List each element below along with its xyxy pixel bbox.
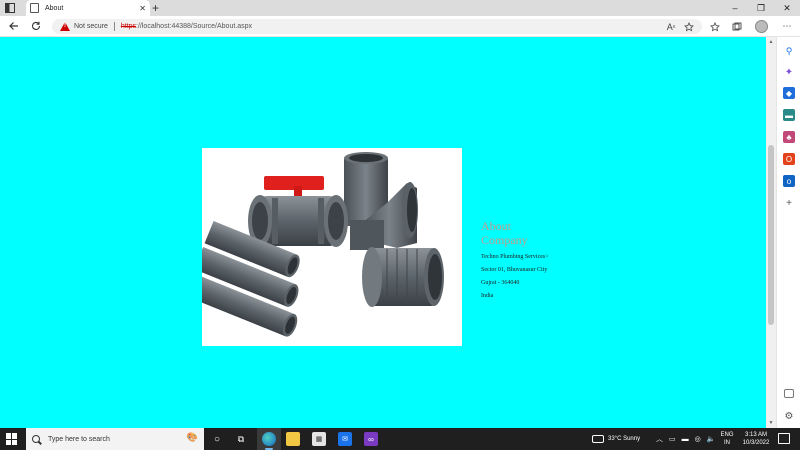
page-icon	[30, 3, 39, 13]
taskbar-search-box[interactable]: Type here to search 🎨	[26, 428, 204, 450]
address-line: Sector 01, Bhuvanasur City	[481, 267, 548, 273]
favorites-icon[interactable]	[708, 20, 722, 33]
search-highlight-icon: 🎨	[186, 432, 198, 442]
new-tab-button[interactable]: +	[152, 1, 159, 15]
restore-button[interactable]: ❐	[748, 0, 774, 16]
notifications-icon[interactable]	[778, 433, 790, 444]
add-icon[interactable]: +	[783, 197, 795, 209]
tab-title: About	[45, 4, 64, 12]
page-content: About Company Techno Plumbing Services> …	[0, 37, 766, 428]
more-menu-icon[interactable]: ⋯	[780, 20, 794, 33]
games-icon[interactable]: ♣	[783, 131, 795, 143]
windows-taskbar: Type here to search 🎨 ○ ⧉ ▦ ✉ ∞ 33°C Sun…	[0, 428, 800, 450]
clock-time: 3:13 AM	[744, 432, 767, 438]
page-scrollbar[interactable]: ▲ ▼	[766, 37, 776, 428]
state-pincode: Gujrat - 364040	[481, 280, 520, 286]
browser-toolbar: Not secure https://localhost:44388/Sourc…	[0, 16, 800, 37]
windows-start-icon[interactable]	[6, 433, 18, 445]
weather-icon	[592, 435, 604, 443]
minimize-button[interactable]: –	[722, 0, 748, 16]
search-icon[interactable]: ⚲	[783, 45, 795, 57]
settings-gear-icon[interactable]: ⚙	[783, 410, 795, 422]
clock-date: 10/3/2022	[742, 440, 770, 446]
show-hidden-icons-icon[interactable]: ︿	[656, 434, 663, 444]
tab-about[interactable]: About ✕	[26, 0, 150, 16]
system-tray: ︿ ▭ ▬ ◎ 🔈	[656, 428, 715, 450]
company-name: Techno Plumbing Services>	[481, 254, 549, 260]
refresh-icon[interactable]	[28, 19, 44, 33]
shopping-tag-icon[interactable]: ◆	[783, 87, 795, 99]
divider	[113, 22, 115, 31]
close-window-button[interactable]: ✕	[774, 0, 800, 16]
visual-studio-icon[interactable]: ∞	[364, 432, 378, 446]
search-placeholder: Type here to search	[48, 435, 110, 443]
warning-icon	[60, 22, 70, 31]
search-icon	[32, 435, 40, 443]
weather-widget[interactable]: 33°C Sunny	[592, 428, 640, 450]
sidebar-toggle-icon[interactable]	[784, 389, 794, 398]
about-heading-line2: Company	[481, 233, 528, 247]
read-aloud-icon[interactable]: Aʌ	[664, 20, 678, 33]
country: India	[481, 293, 494, 299]
file-explorer-icon[interactable]	[286, 432, 300, 446]
discover-icon[interactable]: ✦	[783, 66, 795, 78]
about-heading-line1: About	[481, 219, 511, 233]
scroll-thumb[interactable]	[768, 145, 774, 325]
tab-strip: About ✕ + – ❐ ✕	[0, 0, 800, 16]
weather-text: 33°C Sunny	[608, 436, 641, 442]
url-protocol: https	[120, 23, 137, 30]
store-icon[interactable]: ▦	[312, 432, 326, 446]
taskbar-clock[interactable]: 3:13 AM 10/3/2022	[736, 431, 776, 447]
pvc-pipes-image	[202, 148, 462, 346]
edge-browser-icon[interactable]	[262, 432, 276, 446]
cortana-icon[interactable]: ○	[210, 432, 224, 446]
network-icon[interactable]: ▭	[669, 435, 676, 443]
security-label[interactable]: Not secure	[74, 23, 108, 30]
tools-icon[interactable]: ▬	[783, 109, 795, 121]
battery-icon[interactable]: ▬	[682, 436, 689, 443]
edge-sidebar: ⚲ ✦ ◆ ▬ ♣ O o + ⚙	[776, 37, 800, 428]
task-view-icon[interactable]: ⧉	[234, 432, 248, 446]
scroll-up-icon[interactable]: ▲	[766, 39, 776, 45]
back-arrow-icon[interactable]	[6, 19, 22, 33]
tab-actions-icon[interactable]	[4, 2, 16, 14]
url-text[interactable]: https://localhost:44388/Source/About.asp…	[121, 23, 252, 30]
outlook-icon[interactable]: o	[783, 175, 795, 187]
collections-icon[interactable]	[730, 20, 744, 33]
scroll-down-icon[interactable]: ▼	[766, 420, 776, 426]
tab-close-icon[interactable]: ✕	[139, 4, 146, 13]
office-icon[interactable]: O	[783, 153, 795, 165]
mail-icon[interactable]: ✉	[338, 432, 352, 446]
profile-avatar[interactable]	[755, 20, 768, 33]
url-path: ://localhost:44388/Source/About.aspx	[136, 23, 253, 30]
address-bar[interactable]: Not secure https://localhost:44388/Sourc…	[52, 19, 702, 34]
volume-icon[interactable]: 🔈	[707, 435, 716, 443]
globe-icon[interactable]: ◎	[695, 435, 701, 443]
language-indicator[interactable]: ENG IN	[718, 431, 736, 447]
region-code: IN	[724, 440, 730, 446]
about-company-section: About Company Techno Plumbing Services> …	[481, 219, 681, 303]
lang-code: ENG	[720, 432, 734, 438]
add-favorite-icon[interactable]	[682, 20, 696, 33]
